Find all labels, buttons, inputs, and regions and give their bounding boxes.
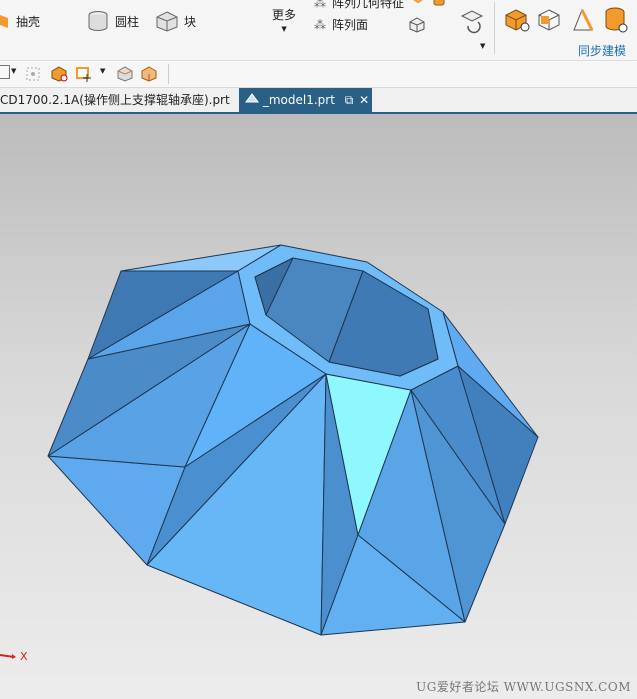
pattern-face-button[interactable]: ⁂ 阵列面 [314,16,368,33]
chevron-down-icon: ▼ [281,25,287,33]
pattern-geometry-icon: ⁂ [314,0,326,10]
window-restore-icon[interactable]: ⧉ [345,93,354,107]
chevron-down-icon[interactable]: ▼ [11,67,16,75]
block-label: 块 [184,14,197,29]
tab-model1[interactable]: _model1.prt ⧉ ✕ [239,88,372,112]
replace-face-icon[interactable] [458,8,486,36]
more-button[interactable]: 更多 ▼ [272,6,296,33]
divider [168,64,169,84]
pattern-face-icon: ⁂ [314,17,326,32]
pattern-face-label: 阵列面 [332,18,369,32]
shell-icon [0,15,8,28]
shell-label: 抽壳 [16,14,41,29]
snap-point-icon[interactable] [24,65,44,83]
block-icon [156,11,178,32]
pattern-geometry-label: 阵列几何特征 [332,0,405,10]
graphics-viewport[interactable]: X UG爱好者论坛 WWW.UGSNX.COM [0,114,637,699]
filter-icon[interactable] [0,65,10,79]
hide-body-icon[interactable] [140,65,160,83]
chevron-down-icon[interactable]: ▼ [480,42,485,50]
tab-label: _model1.prt [262,93,335,107]
selection-toolbar: ▼ ▼ [0,61,637,88]
sync-modeling-group-label: 同步建模 [578,44,627,58]
axis-triad: X [0,650,30,669]
block-button[interactable]: 块 [156,10,196,32]
sync-modeling-icons[interactable] [504,6,632,36]
shell-button[interactable]: 抽壳 [0,12,40,30]
cylinder-label: 圆柱 [115,14,140,29]
model-body[interactable] [0,114,637,699]
ribbon: 抽壳 圆柱 块 更多 ▼ ⁂ 阵列几何特征 ⁂ 阵列面 ▼ 同步建模 [0,0,637,61]
pattern-geometry-button[interactable]: ⁂ 阵列几何特征 [314,0,404,11]
cylinder-icon [88,11,108,31]
watermark: UG爱好者论坛 WWW.UGSNX.COM [416,680,631,694]
tab-label: CD1700.2.1A(操作侧上支撑辊轴承座).prt [0,93,230,107]
tab-bearing-part[interactable]: CD1700.2.1A(操作侧上支撑辊轴承座).prt [0,88,236,112]
axis-x-label: X [20,650,28,663]
document-tab-bar: CD1700.2.1A(操作侧上支撑辊轴承座).prt _model1.prt … [0,88,637,114]
more-label: 更多 [272,8,297,22]
show-body-icon[interactable] [116,65,136,83]
part-icon [245,88,259,112]
divider [494,2,495,54]
cylinder-button[interactable]: 圆柱 [87,10,139,32]
chevron-down-icon[interactable]: ▼ [100,67,105,75]
select-face-icon[interactable] [50,65,70,83]
close-icon[interactable]: ✕ [359,93,369,107]
feature-icons [413,0,445,6]
offset-face-icon[interactable] [408,16,426,34]
select-body-icon[interactable] [75,65,95,83]
